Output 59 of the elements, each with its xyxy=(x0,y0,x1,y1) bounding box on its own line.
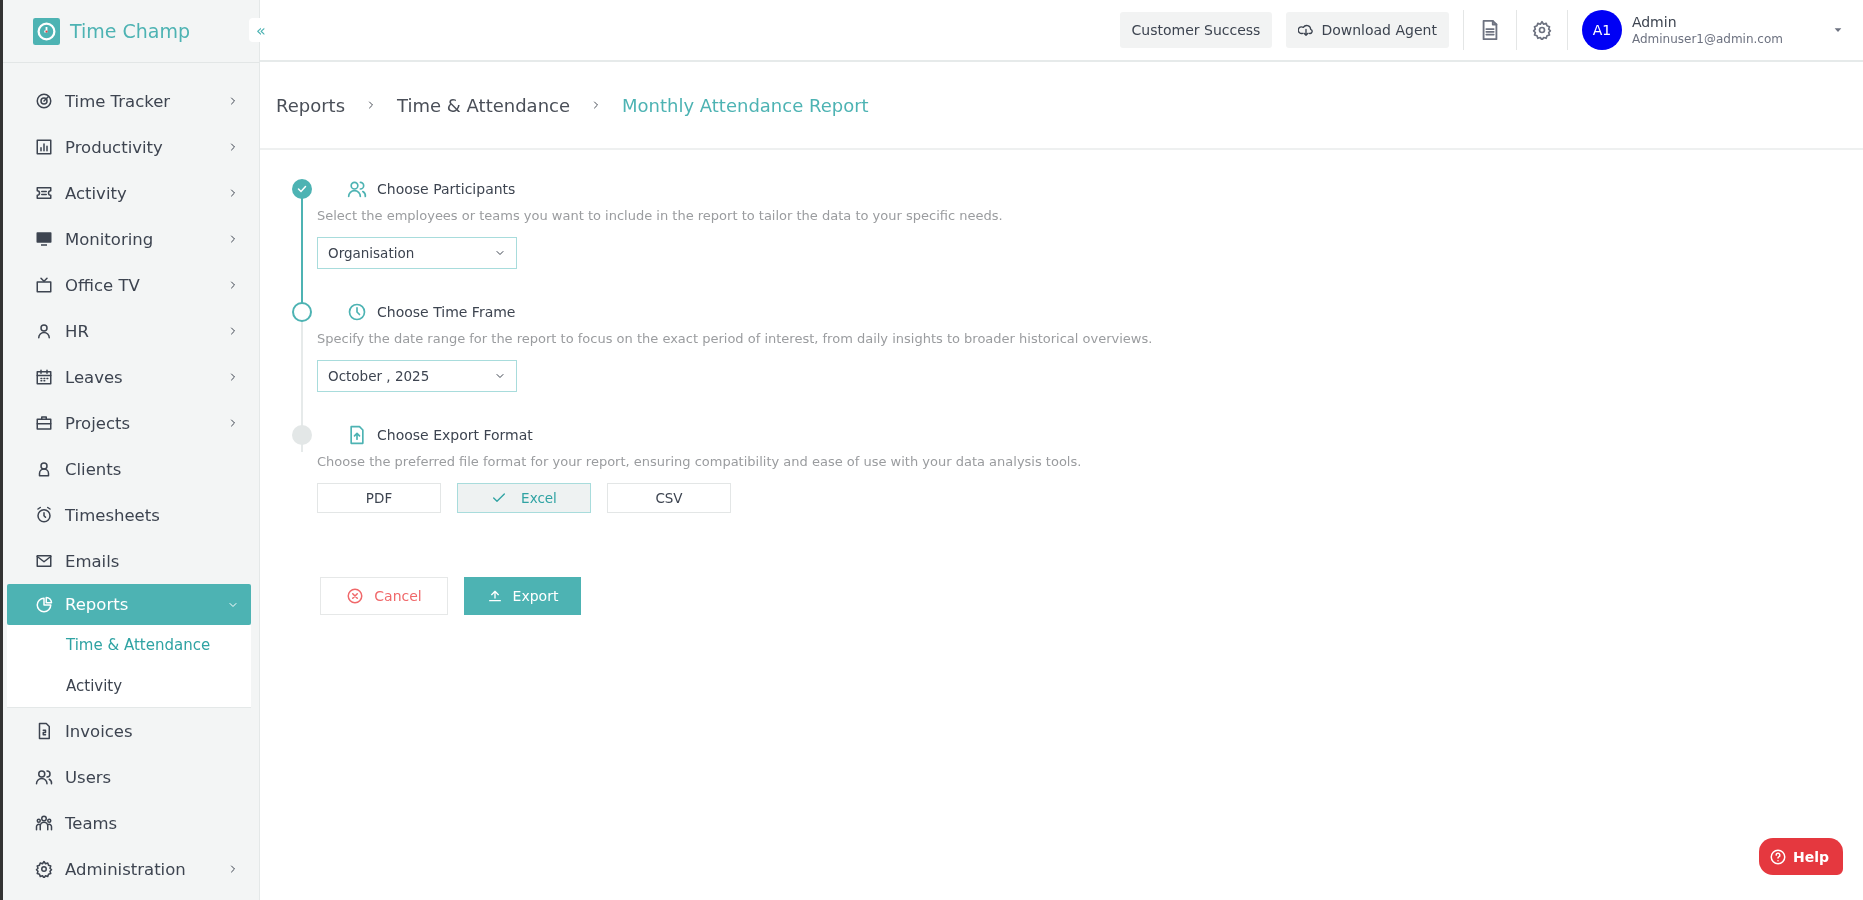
user-avatar[interactable]: A1 xyxy=(1581,10,1622,50)
sidebar-item[interactable]: Clients xyxy=(7,446,251,492)
tv-icon xyxy=(35,276,53,294)
sidebar-item[interactable]: Projects xyxy=(7,400,251,446)
user-name: Admin xyxy=(1631,14,1678,30)
clock-logo-icon xyxy=(33,17,60,45)
help-button[interactable]: Help xyxy=(1758,838,1843,875)
envelope-icon xyxy=(35,552,53,570)
sidebar-item[interactable]: Office TV xyxy=(7,262,251,308)
file-upload-icon xyxy=(347,425,367,445)
briefcase-icon xyxy=(35,414,53,432)
group-icon xyxy=(35,814,53,832)
sidebar-item[interactable]: Time Tracker xyxy=(7,78,251,124)
bar-chart-icon xyxy=(35,138,53,156)
step-description: Choose the preferred file format for your report, ensuring compatibility and ease of use with your data analysis tools. xyxy=(317,454,1083,469)
alarm-clock-icon xyxy=(35,506,53,524)
submenu-item[interactable]: Activity xyxy=(7,666,251,707)
calendar-icon xyxy=(35,368,53,386)
clock-icon xyxy=(347,302,367,322)
sidebar-item[interactable]: Emails xyxy=(7,538,251,584)
monitor-icon xyxy=(35,230,53,248)
breadcrumb-link[interactable]: Reports xyxy=(276,94,346,116)
user-email: Adminuser1@admin.com xyxy=(1631,32,1783,46)
step-description: Select the employees or teams you want to include in the report to tailor the data to your specific needs. xyxy=(317,208,1004,223)
pie-chart-icon xyxy=(35,595,53,614)
sidebar-item[interactable]: Teams xyxy=(7,800,251,846)
sidebar-item[interactable]: Leaves xyxy=(7,354,251,400)
ticket-icon xyxy=(35,184,53,202)
people-icon xyxy=(35,768,53,786)
caret-down-icon[interactable] xyxy=(1833,25,1843,35)
sidebar-item[interactable]: Activity xyxy=(7,170,251,216)
sidebar-item[interactable]: Users xyxy=(7,754,251,800)
close-circle-icon xyxy=(346,587,365,605)
dropdown-field[interactable]: Organisation xyxy=(317,237,517,269)
sidebar-item[interactable]: Monitoring xyxy=(7,216,251,262)
step-title: Choose Time Frame xyxy=(377,304,516,320)
sidebar-item[interactable]: HR xyxy=(7,308,251,354)
sidebar-item[interactable]: Productivity xyxy=(7,124,251,170)
sidebar-item[interactable]: Timesheets xyxy=(7,492,251,538)
step-description: Specify the date range for the report to focus on the exact period of interest, from daily insights to broader historical overviews. xyxy=(317,331,1154,346)
header-button[interactable]: Download Agent xyxy=(1286,12,1449,48)
format-option[interactable]: PDF xyxy=(317,483,441,513)
header-button[interactable]: Customer Success xyxy=(1119,12,1273,48)
step-title: Choose Export Format xyxy=(377,427,533,443)
cloud-download-icon xyxy=(1298,22,1315,38)
sidebar-item[interactable]: Invoices xyxy=(7,708,251,754)
format-option[interactable]: CSV xyxy=(607,483,731,513)
settings-icon[interactable] xyxy=(1531,20,1552,40)
app-logo-text: Time Champ xyxy=(70,20,191,42)
upload-icon xyxy=(486,588,503,604)
breadcrumb-link[interactable]: Time & Attendance xyxy=(397,94,570,116)
settings-icon xyxy=(35,860,53,878)
dropdown-field[interactable]: October , 2025 xyxy=(317,360,517,392)
help-icon xyxy=(1768,847,1787,866)
target-icon xyxy=(35,92,53,110)
sidebar-item[interactable]: Administration xyxy=(7,846,251,892)
step-title: Choose Participants xyxy=(377,181,516,197)
people-icon xyxy=(347,179,367,199)
person-icon xyxy=(35,322,53,340)
